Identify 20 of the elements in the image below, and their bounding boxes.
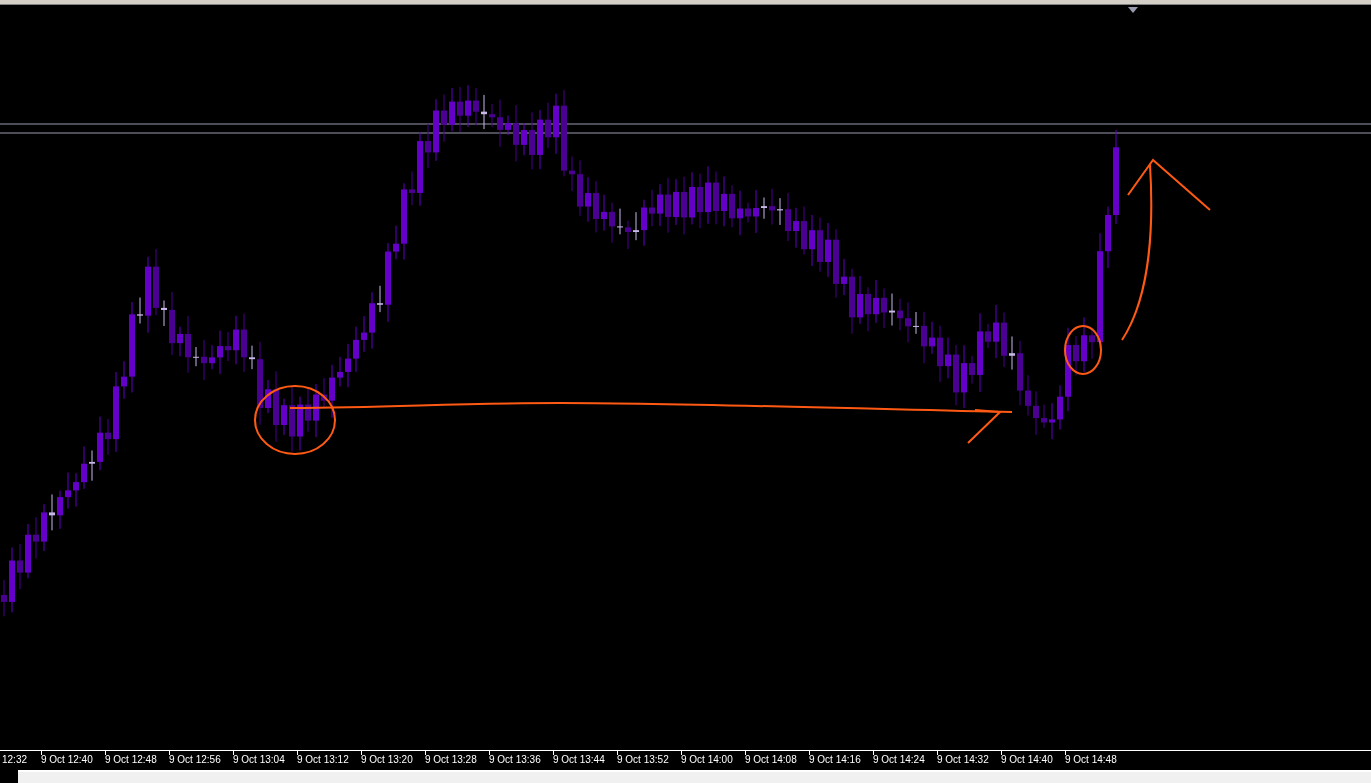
- time-label: 9 Oct 13:36: [489, 754, 541, 766]
- time-label: 9 Oct 13:20: [361, 754, 413, 766]
- time-label: 9 Oct 13:12: [297, 754, 349, 766]
- time-label: 9 Oct 13:04: [233, 754, 285, 766]
- time-label: 9 Oct 13:28: [425, 754, 477, 766]
- circle-annotation: [1064, 325, 1102, 375]
- time-label: 9 Oct 14:40: [1001, 754, 1053, 766]
- triangle-icon[interactable]: [1128, 7, 1138, 13]
- time-label: 9 Oct 14:48: [1065, 754, 1117, 766]
- time-label: 12:32: [2, 754, 28, 766]
- time-label: 9 Oct 13:44: [553, 754, 605, 766]
- time-label: 9 Oct 12:48: [105, 754, 157, 766]
- time-label: 9 Oct 14:24: [873, 754, 925, 766]
- time-label: 9 Oct 14:08: [745, 754, 797, 766]
- time-label: 9 Oct 14:00: [681, 754, 733, 766]
- time-label: 9 Oct 14:32: [937, 754, 989, 766]
- time-label: 9 Oct 12:40: [41, 754, 93, 766]
- time-label: 9 Oct 14:16: [809, 754, 861, 766]
- time-label: 9 Oct 13:52: [617, 754, 669, 766]
- time-label: 9 Oct 12:56: [169, 754, 221, 766]
